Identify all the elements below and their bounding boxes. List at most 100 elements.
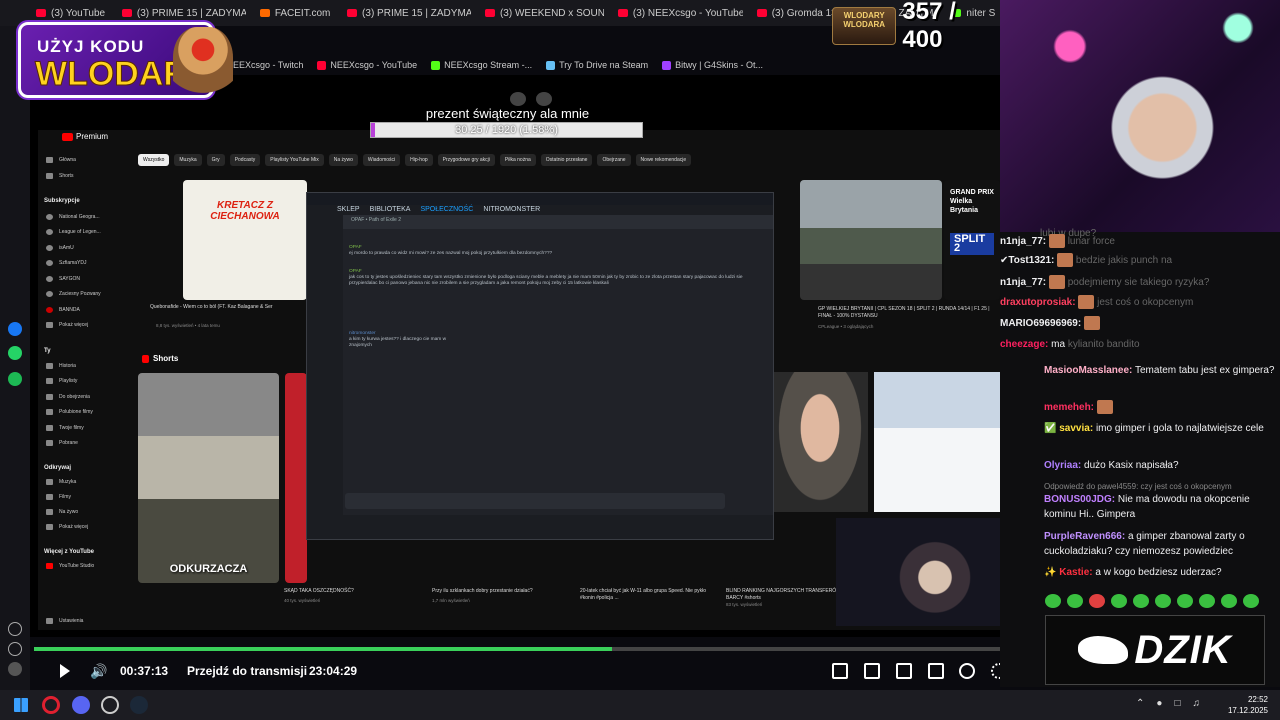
chat-message: draxutoprosiak: jest coś o okopcenym [1000,295,1194,310]
yt-sub-item: League of Legen... [46,229,101,235]
chat-header: OPAF • Path of Exile 2 [343,215,773,229]
emote-icon [1057,253,1074,268]
gear-icon [46,618,53,624]
yt-chip: Przygodowe gry akcji [437,154,495,166]
chat-message: n1nja_77: podejmiemy sie takiego ryzyka? [1000,275,1210,290]
emote-icon[interactable] [1155,594,1171,608]
chat-message: MARIO69696969: [1000,316,1240,331]
seek-bar-fill [34,647,612,651]
rooster-mascot-icon [173,27,233,103]
bookmark[interactable]: Try To Drive na Steam [546,60,648,70]
steam-icon [546,60,556,70]
steam-menu-item: SKLEP [337,206,360,213]
video-meta: 8,8 tys. wyświetleń • 4 lata temu [156,323,220,328]
more-icon[interactable] [8,662,22,676]
youtube-icon [484,9,495,17]
dzik-wordmark: DZIK [1134,627,1232,672]
network-icon[interactable]: □ [1174,698,1180,709]
playlist-icon [46,378,53,384]
pip-icon[interactable] [832,663,848,679]
chat-message: ✅ savvia: imo gimper i gola to najlatwie… [1044,423,1264,434]
spotify-icon[interactable] [8,372,22,386]
emote-icon [1048,234,1065,249]
channel-avatar [46,260,53,266]
browser-tab[interactable]: (3) NEEXcsgo - YouTube [610,3,743,23]
bookmark[interactable]: NEEXcsgo Stream -... [431,60,532,70]
chat-message: memeheh: [1044,400,1280,415]
windows-taskbar: ⌃ ● □ ♫ 22:52 17.12.2025 [0,690,1280,720]
browser-tab[interactable]: (3) WEEKEND x SOUN [477,3,604,23]
steam-icon[interactable] [130,696,148,714]
whatsapp-icon[interactable] [8,346,22,360]
speed-icon[interactable] [959,663,975,679]
history-icon[interactable] [8,642,22,656]
youtube-icon [617,9,628,17]
film-icon [46,494,53,500]
video-thumbnail: KRETACZ Z CIECHANOWA [183,180,307,300]
yt-explore-item: Na żywo [46,509,78,515]
steam-menu-item: NITROMONSTER [483,206,541,213]
chat-message: OPAF jak cos to ty jestes upośledzieniec … [349,269,743,286]
yt-chip: Ostatnio przesłane [540,154,593,166]
seek-bar[interactable] [34,647,1030,651]
steam-menu-item: SPOŁECZNOŚĆ [420,206,474,213]
browser-tab[interactable]: (3) PRIME 15 | ZADYMA [339,3,471,23]
emote-icon[interactable] [1133,594,1149,608]
yt-section-header: Subskrypcje [44,198,80,204]
obs-icon[interactable] [101,696,119,714]
emote-icon[interactable] [1045,594,1061,608]
jump-to-live-button[interactable]: Przejdź do transmisji [187,664,307,678]
yt-chip: Na żywo [328,154,358,166]
emote-icon[interactable] [1067,594,1083,608]
emote-icon[interactable] [1111,594,1127,608]
volume-icon[interactable]: 🔊 [90,663,107,679]
play-button[interactable] [60,664,70,678]
chat-message: BONUS00JDG: Nie ma dowodu na okopcenie k… [1044,494,1250,520]
taskbar-clock[interactable]: 22:52 17.12.2025 [1228,694,1268,716]
emote-icon[interactable] [1199,594,1215,608]
windows-start-icon[interactable] [14,698,28,712]
yt-nav-item: Główna [46,157,76,163]
discord-icon[interactable] [72,696,90,714]
volume-icon[interactable]: ♫ [1193,698,1201,709]
yt-you-item: Playlisty [46,378,77,384]
yt-chip: Playlisty YouTube Mix [265,154,324,166]
youtube-icon [317,60,327,70]
webcam-overlay [772,372,868,512]
yt-chip: Obejrzane [597,154,631,166]
emote-icon [1078,295,1095,310]
music-icon [46,479,53,485]
bookmark[interactable]: Bitwy | G4Skins - Ot... [662,60,763,70]
browser-tab[interactable]: FACEIT.com [252,3,333,23]
yt-sub-item: National Geogra... [46,214,100,220]
video-meta: CPLeague • 3 oglądających [818,324,874,329]
yt-explore-item: Pokaż więcej [46,524,88,530]
gift-goal-title: prezent świąteczny ala mnie [425,106,590,121]
chevron-up-icon[interactable]: ⌃ [1136,698,1144,709]
shorts-icon [142,354,149,363]
messenger-icon[interactable] [8,322,22,336]
microphone-icon[interactable]: ● [1156,698,1162,709]
emote-icon[interactable] [1243,594,1259,608]
emote-icon[interactable] [1089,594,1105,608]
emote-icon[interactable] [1177,594,1193,608]
emote-icon[interactable] [1221,594,1237,608]
steam-chat-pane: OPAF • Path of Exile 2 OPAF ej mordo to p… [343,215,773,515]
shorts-icon [46,173,53,179]
opera-icon[interactable] [42,696,60,714]
video-icon [46,425,53,431]
player-controls: 🔊 00:37:13 Przejdź do transmisji 23:04:2… [30,656,1020,686]
browser-tab[interactable]: (3) YouTube [28,3,108,23]
home-icon [46,157,53,163]
yt-settings: Ustawienia [46,618,83,624]
youtube-icon [121,9,132,17]
clip-icon[interactable] [864,663,880,679]
promo-banner: UŻYJ KODU WLODAR [18,22,233,103]
heart-icon[interactable] [8,622,22,636]
bookmark[interactable]: NEEXcsgo - YouTube [317,60,417,70]
theater-mode-icon[interactable] [896,663,912,679]
browser-tab[interactable]: (3) PRIME 15 | ZADYMA [114,3,246,23]
fullscreen-icon[interactable] [928,663,944,679]
yt-you-item: Polubione filmy [46,409,93,415]
chevron-down-icon [46,322,53,328]
